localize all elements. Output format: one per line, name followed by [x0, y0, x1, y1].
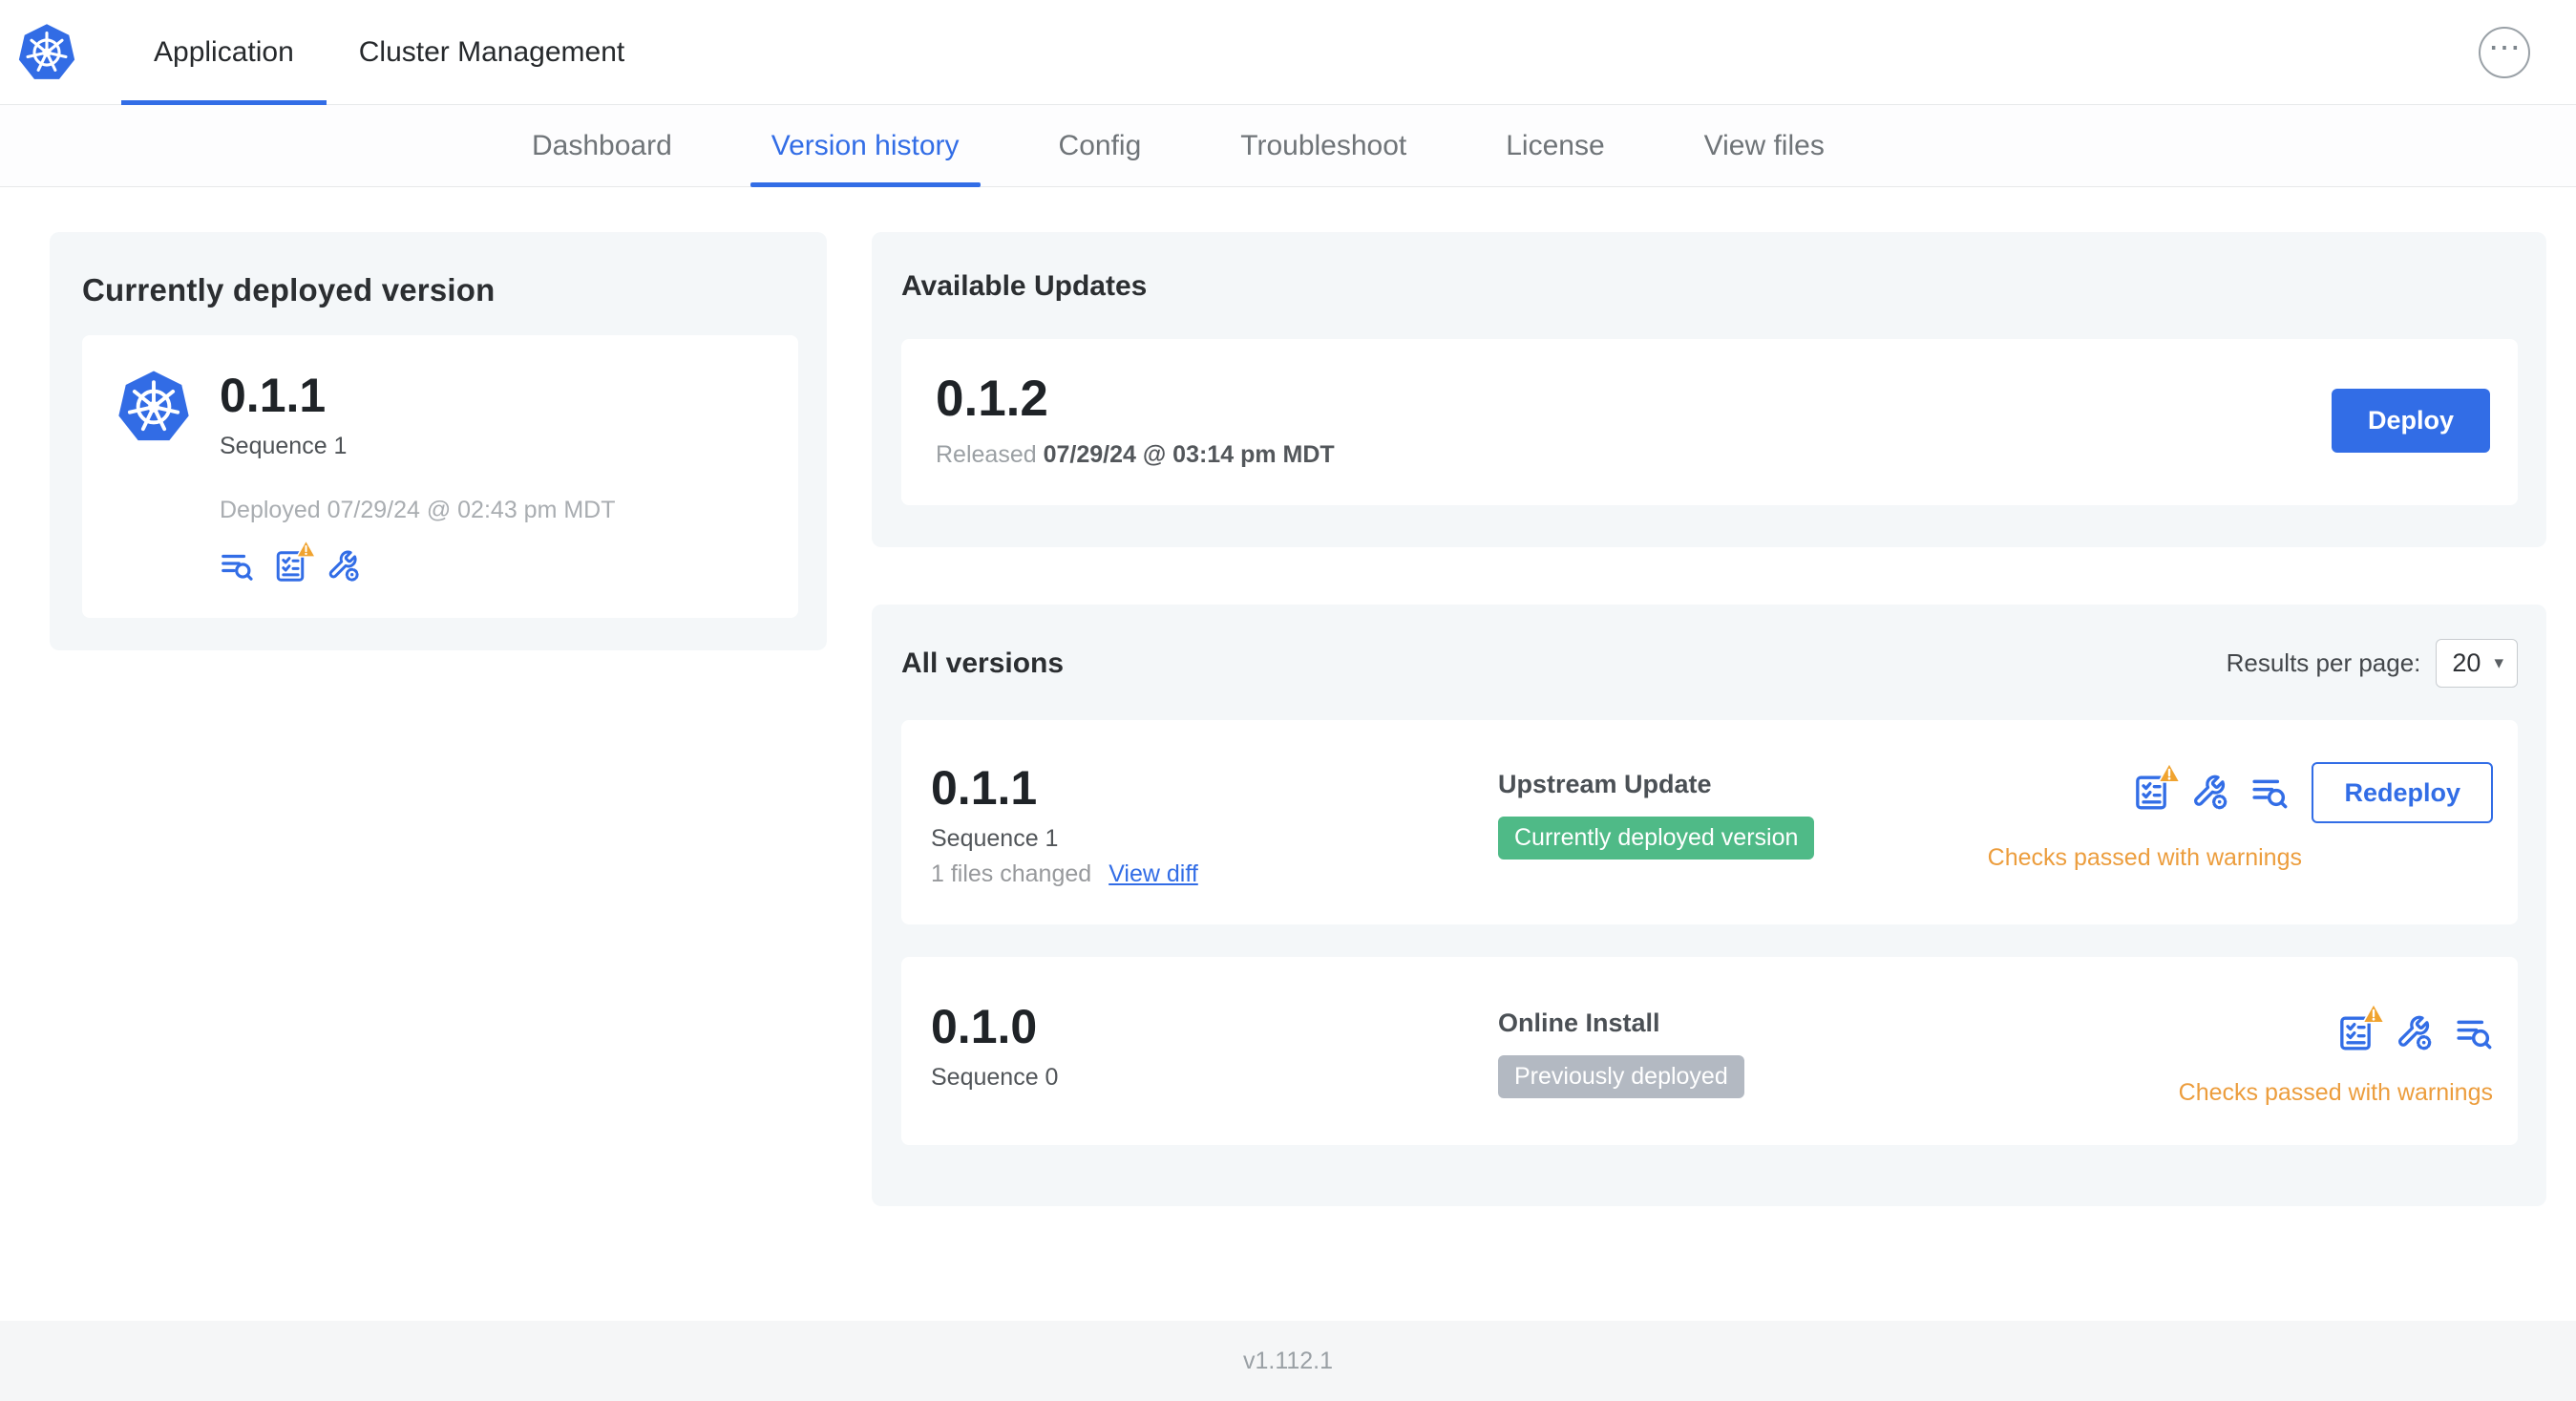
subnav-item-version-history[interactable]: Version history [722, 105, 1009, 187]
status-badge: Currently deployed version [1498, 817, 1815, 860]
status-badge: Previously deployed [1498, 1055, 1744, 1099]
deploy-logs-icon[interactable] [2455, 1014, 2493, 1052]
warning-triangle-icon [2158, 761, 2181, 784]
version-number: 0.1.0 [931, 1000, 1038, 1054]
top-navbar: Application Cluster Management ⋯ [0, 0, 2576, 105]
version-source-label: Upstream Update [1498, 770, 1712, 799]
preflight-checks-icon[interactable] [2132, 774, 2170, 812]
deploy-logs-icon[interactable] [2250, 774, 2289, 812]
config-wrench-icon[interactable] [327, 549, 361, 584]
console-version-label: v1.112.1 [1242, 1347, 1334, 1374]
subnav-item-troubleshoot[interactable]: Troubleshoot [1191, 105, 1456, 186]
tab-application[interactable]: Application [121, 0, 327, 105]
deploy-button[interactable]: Deploy [2331, 388, 2490, 453]
current-version-card: Currently deployed version 0.1.1 Sequenc… [50, 232, 827, 650]
released-prefix: Released [936, 441, 1037, 469]
footer: v1.112.1 [0, 1321, 2576, 1401]
results-per-page: Results per page: 20 ▾ [2226, 639, 2518, 689]
current-version-details: 0.1.1 Sequence 1 Deployed 07/29/24 @ 02:… [220, 370, 616, 584]
view-diff-link[interactable]: View diff [1109, 860, 1198, 888]
chevron-down-icon: ▾ [2494, 653, 2503, 674]
tab-cluster-management[interactable]: Cluster Management [327, 0, 657, 104]
overflow-menu-button[interactable]: ⋯ [2479, 26, 2530, 78]
tab-application-label: Application [154, 35, 294, 68]
version-row-source: Online Install Previously deployed [1498, 1001, 2179, 1099]
warning-triangle-icon [2362, 1002, 2385, 1025]
available-update-info: 0.1.2 Released 07/29/24 @ 03:14 pm MDT [936, 371, 1335, 469]
kubernetes-logo-icon [17, 0, 76, 104]
version-action-icons [2132, 774, 2289, 812]
all-versions-header: All versions Results per page: 20 ▾ [901, 639, 2518, 689]
version-source-label: Online Install [1498, 1008, 1660, 1038]
version-actions-row [2336, 1014, 2493, 1052]
released-date: 07/29/24 @ 03:14 pm MDT [1043, 441, 1335, 469]
preflight-checks-icon[interactable] [2336, 1014, 2375, 1052]
main-content: Currently deployed version 0.1.1 Sequenc… [0, 187, 2576, 1207]
available-updates-title: Available Updates [901, 270, 1148, 302]
all-versions-card: All versions Results per page: 20 ▾ 0.1.… [872, 605, 2546, 1207]
version-row-info: 0.1.1 Sequence 1 1 files changed View di… [931, 762, 1498, 888]
checks-status-text[interactable]: Checks passed with warnings [2179, 1079, 2493, 1107]
app-subnav: Dashboard Version history Config Trouble… [0, 105, 2576, 187]
results-per-page-value: 20 [2452, 648, 2481, 678]
available-update-row: 0.1.2 Released 07/29/24 @ 03:14 pm MDT D… [901, 339, 2518, 506]
current-version-title: Currently deployed version [82, 272, 496, 308]
version-row-actions: Checks passed with warnings [2179, 1001, 2493, 1107]
version-sequence: Sequence 0 [931, 1064, 1059, 1092]
warning-triangle-icon [296, 539, 316, 559]
subnav-item-config[interactable]: Config [1009, 105, 1192, 186]
version-number: 0.1.1 [931, 761, 1038, 816]
current-version-sequence: Sequence 1 [220, 433, 348, 459]
version-actions-row: Redeploy [2132, 762, 2493, 824]
results-per-page-label: Results per page: [2226, 648, 2421, 678]
results-per-page-select[interactable]: 20 ▾ [2436, 639, 2518, 689]
checks-status-text[interactable]: Checks passed with warnings [1988, 844, 2302, 872]
redeploy-button[interactable]: Redeploy [2312, 762, 2493, 824]
current-version-deployed-date: Deployed 07/29/24 @ 02:43 pm MDT [220, 497, 616, 523]
right-column: Available Updates 0.1.2 Released 07/29/2… [872, 232, 2546, 1207]
ellipsis-icon: ⋯ [2488, 29, 2521, 66]
version-files-row: 1 files changed View diff [931, 860, 1498, 888]
version-row-actions: Redeploy Checks passed with warnings [1988, 762, 2493, 872]
version-row-0-1-1: 0.1.1 Sequence 1 1 files changed View di… [901, 720, 2518, 925]
top-tabs: Application Cluster Management [121, 0, 657, 105]
files-changed-label: 1 files changed [931, 860, 1092, 888]
subnav-item-dashboard[interactable]: Dashboard [482, 105, 722, 186]
deploy-logs-icon[interactable] [220, 549, 254, 584]
all-versions-title: All versions [901, 647, 1065, 679]
current-version-panel: 0.1.1 Sequence 1 Deployed 07/29/24 @ 02:… [82, 335, 798, 618]
available-updates-card: Available Updates 0.1.2 Released 07/29/2… [872, 232, 2546, 548]
available-update-version: 0.1.2 [936, 371, 1048, 427]
version-row-info: 0.1.0 Sequence 0 [931, 1001, 1498, 1092]
preflight-checks-icon[interactable] [273, 549, 307, 584]
available-update-released: Released 07/29/24 @ 03:14 pm MDT [936, 441, 1335, 469]
version-action-icons [2336, 1014, 2493, 1052]
version-row-source: Upstream Update Currently deployed versi… [1498, 762, 1988, 860]
page: Application Cluster Management ⋯ Dashboa… [0, 0, 2576, 1401]
app-logo-icon [116, 370, 191, 444]
version-sequence: Sequence 1 [931, 825, 1059, 853]
current-version-number: 0.1.1 [220, 369, 327, 422]
config-wrench-icon[interactable] [2396, 1014, 2434, 1052]
tab-cluster-management-label: Cluster Management [358, 35, 625, 68]
subnav-item-view-files[interactable]: View files [1655, 105, 1874, 186]
current-version-actions [220, 549, 616, 584]
config-wrench-icon[interactable] [2191, 774, 2229, 812]
version-row-0-1-0: 0.1.0 Sequence 0 Online Install Previous… [901, 957, 2518, 1146]
subnav-item-license[interactable]: License [1456, 105, 1654, 186]
